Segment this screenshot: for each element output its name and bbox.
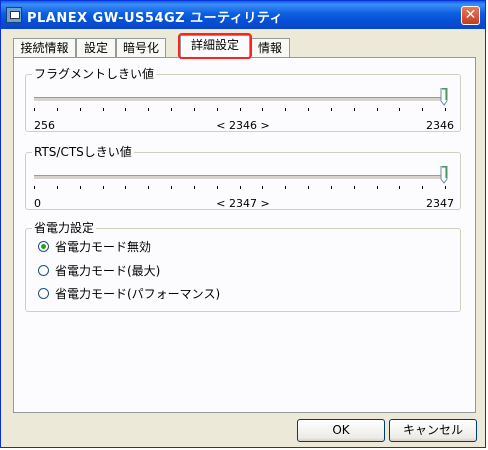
fragment-ticks (34, 108, 446, 112)
power-saving-title: 省電力設定 (32, 221, 97, 235)
slider-tick (34, 108, 35, 111)
utility-window: PLANEX GW-US54GZ ユーティリティ ✕ 接続情報 設定 暗号化 詳… (0, 0, 486, 448)
tab-connection-info[interactable]: 接続情報 (13, 38, 76, 58)
slider-tick (103, 108, 104, 111)
slider-tick (80, 186, 81, 189)
slider-tick (422, 186, 423, 189)
slider-tick (262, 186, 263, 189)
slider-tick (103, 186, 104, 189)
slider-tick (57, 108, 58, 111)
slider-tick (217, 108, 218, 111)
slider-tick (331, 108, 332, 111)
power-option-label: 省電力モード(パフォーマンス) (55, 287, 221, 301)
slider-tick (285, 108, 286, 111)
slider-tick (422, 108, 423, 111)
slider-tick (285, 186, 286, 189)
fragment-current-value: < 2346 > (216, 119, 270, 132)
rts-slider-thumb[interactable] (440, 166, 448, 184)
rts-current-value: < 2347 > (216, 197, 270, 210)
ok-button[interactable]: OK (297, 419, 385, 442)
fragment-max-label: 2346 (426, 119, 454, 132)
slider-tick (331, 186, 332, 189)
slider-tick (445, 108, 446, 111)
radio-icon[interactable] (38, 241, 49, 252)
tab-settings[interactable]: 設定 (76, 38, 116, 58)
power-saving-group: 省電力設定 省電力モード無効 省電力モード(最大) 省電力モード(パフォーマンス… (25, 221, 461, 312)
slider-tick (240, 108, 241, 111)
rts-ticks (34, 186, 446, 190)
tab-advanced-settings[interactable]: 詳細設定 (180, 35, 250, 59)
cancel-button[interactable]: キャンセル (389, 419, 477, 442)
slider-tick (80, 108, 81, 111)
slider-tick (308, 108, 309, 111)
close-button[interactable]: ✕ (461, 6, 480, 25)
radio-icon[interactable] (38, 265, 49, 276)
fragment-threshold-group: フラグメントしきい値 256 < 2346 > 2346 (25, 67, 461, 132)
power-option-label: 省電力モード(最大) (55, 264, 161, 278)
slider-tick (377, 108, 378, 111)
rts-threshold-group: RTS/CTSしきい値 0 < 2347 > 2347 (25, 145, 461, 210)
slider-tick (148, 108, 149, 111)
slider-tick (194, 108, 195, 111)
slider-tick (354, 186, 355, 189)
slider-tick (125, 186, 126, 189)
slider-tick (217, 186, 218, 189)
slider-tick (125, 108, 126, 111)
slider-tick (171, 186, 172, 189)
slider-tick (377, 186, 378, 189)
fragment-slider-thumb[interactable] (440, 88, 448, 106)
rts-threshold-title: RTS/CTSしきい値 (32, 145, 134, 159)
tab-encryption[interactable]: 暗号化 (116, 38, 166, 58)
slider-tick (57, 186, 58, 189)
slider-tick (399, 186, 400, 189)
slider-tick (354, 108, 355, 111)
slider-tick (194, 186, 195, 189)
slider-tick (445, 186, 446, 189)
slider-tick (399, 108, 400, 111)
rts-max-label: 2347 (426, 197, 454, 210)
slider-tick (171, 108, 172, 111)
power-option-label: 省電力モード無効 (55, 240, 152, 254)
rts-slider-track[interactable] (34, 175, 446, 180)
window-title: PLANEX GW-US54GZ ユーティリティ (27, 11, 284, 26)
slider-tick (34, 186, 35, 189)
title-bar[interactable]: PLANEX GW-US54GZ ユーティリティ ✕ (1, 1, 485, 29)
slider-tick (262, 108, 263, 111)
fragment-threshold-title: フラグメントしきい値 (32, 67, 157, 81)
slider-tick (308, 186, 309, 189)
tab-info[interactable]: 情報 (250, 38, 290, 58)
slider-tick (240, 186, 241, 189)
advanced-settings-panel: フラグメントしきい値 256 < 2346 > 2346 RTS/CTSしきい値… (13, 57, 476, 413)
radio-icon[interactable] (38, 288, 49, 299)
app-icon (6, 7, 22, 23)
fragment-slider-track[interactable] (34, 97, 446, 102)
slider-tick (148, 186, 149, 189)
